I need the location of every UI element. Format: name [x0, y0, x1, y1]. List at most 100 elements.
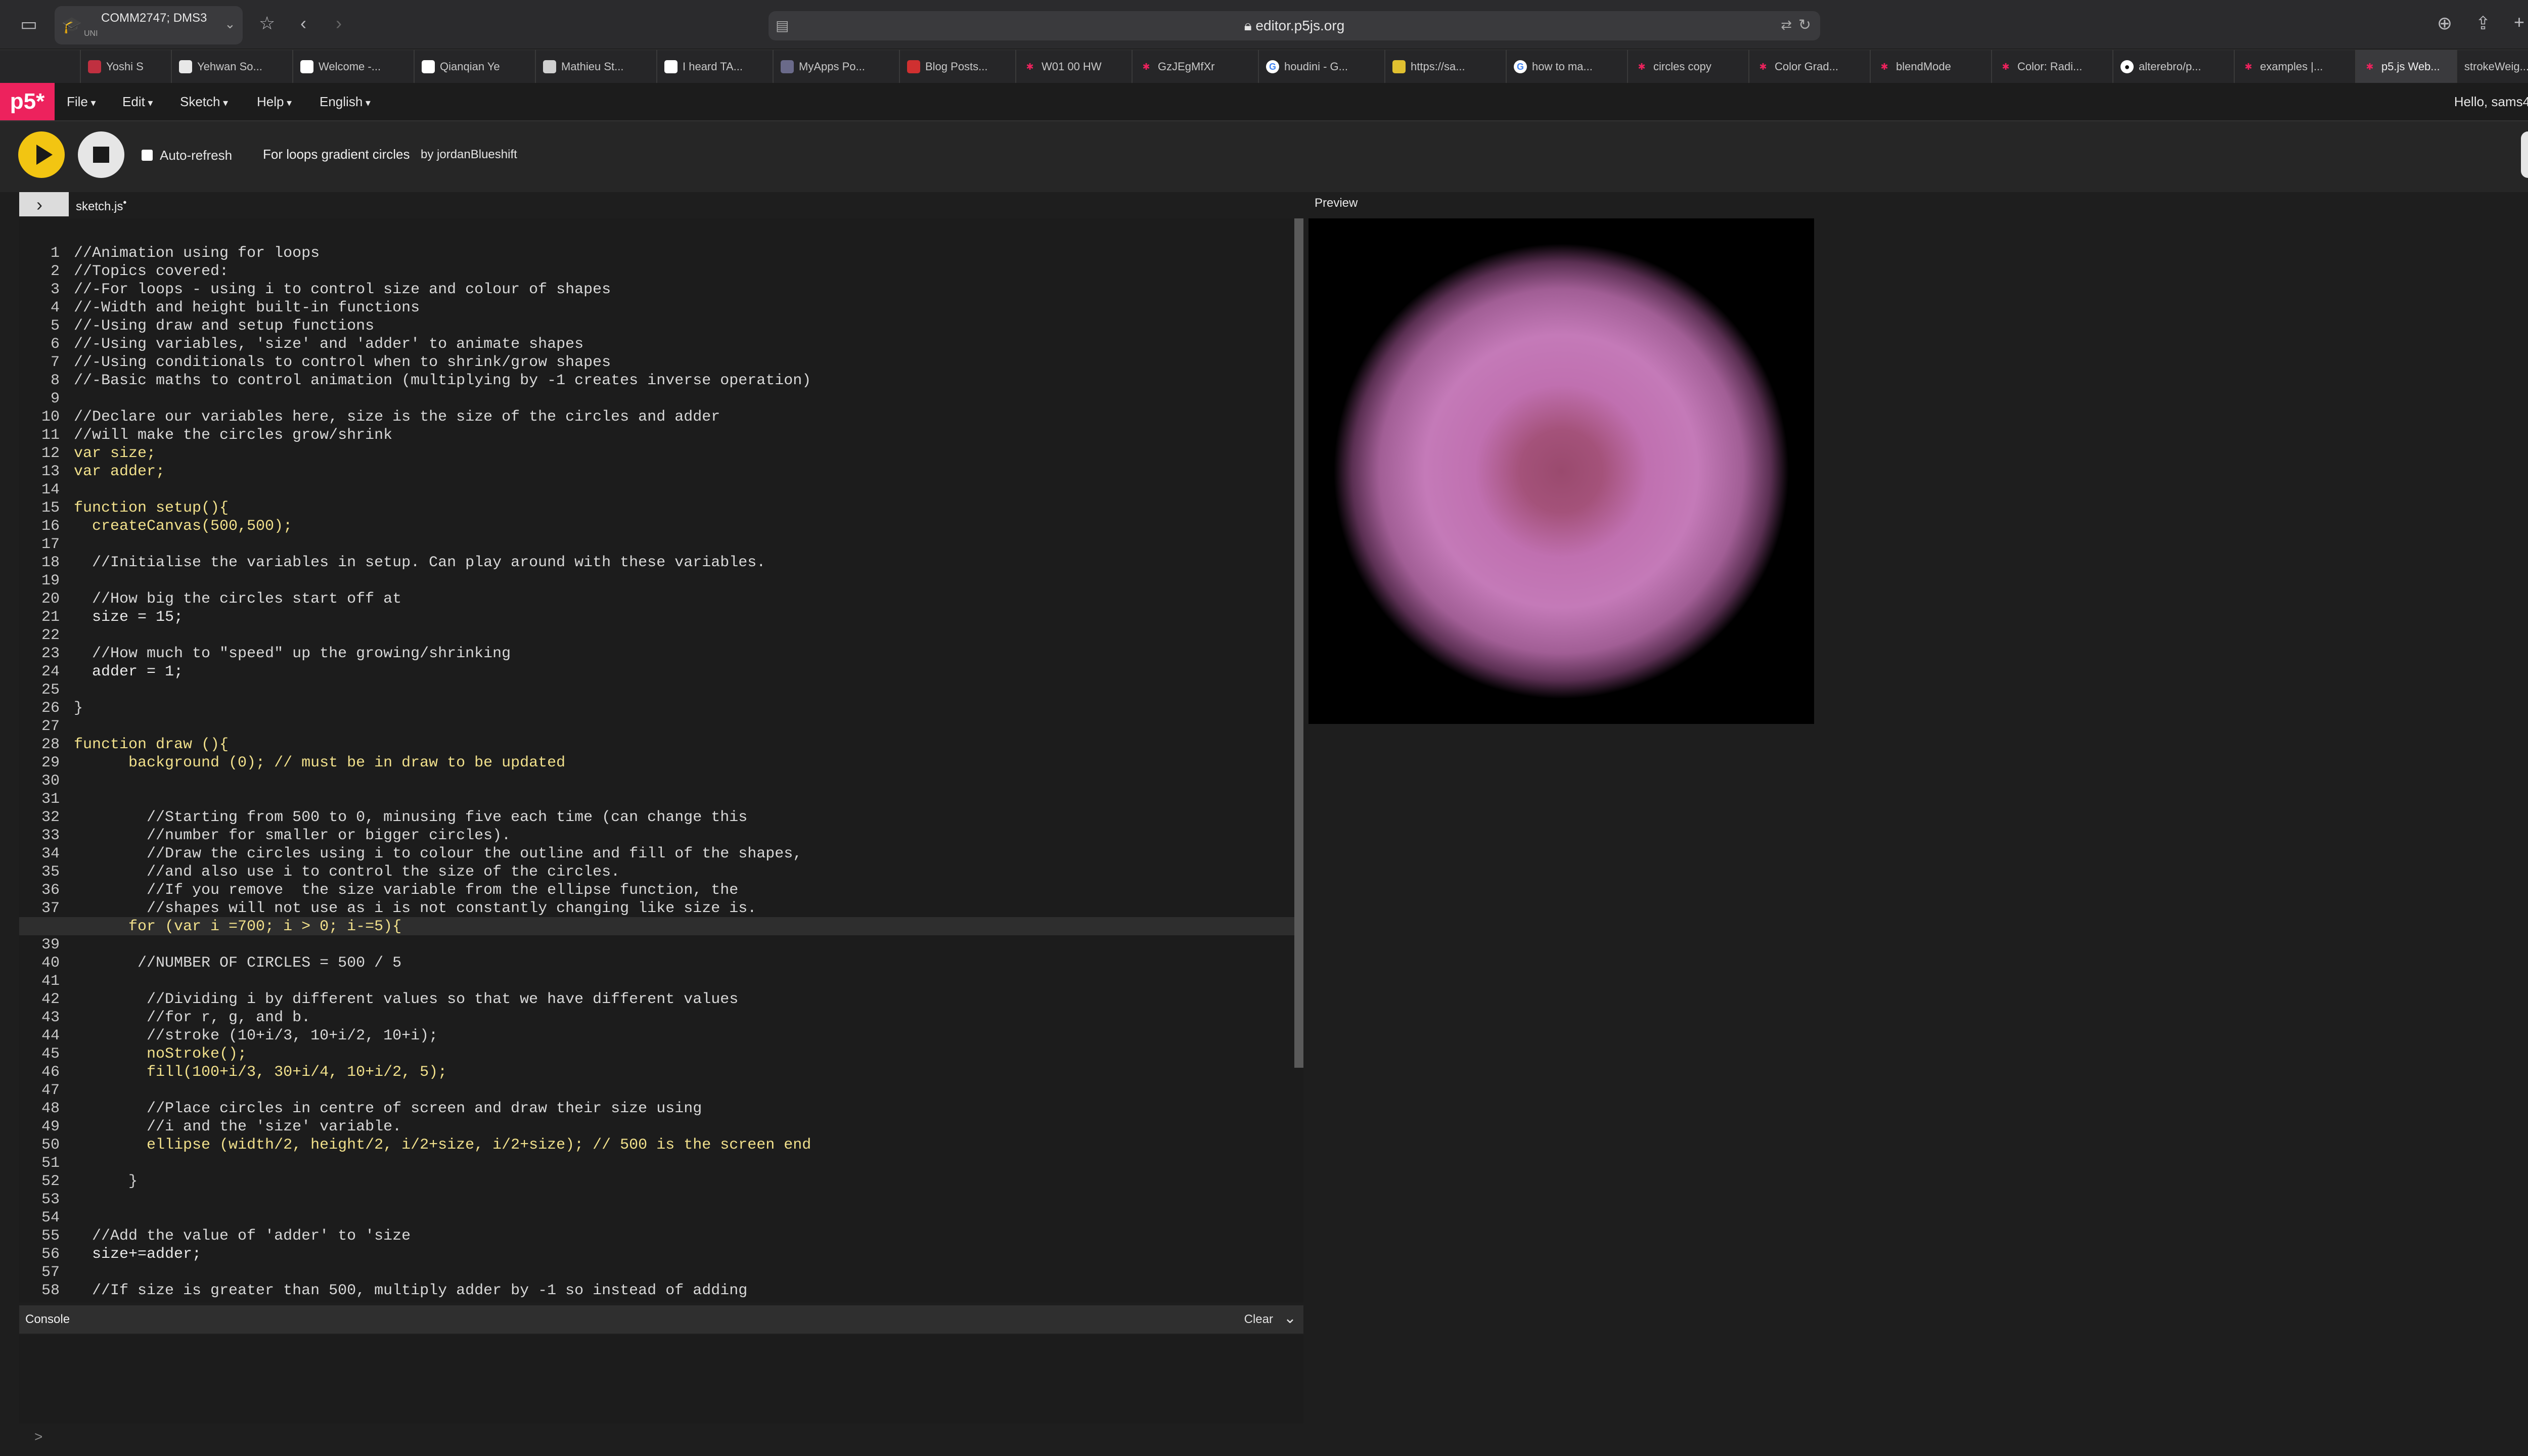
code-line: //number for smaller or bigger circles).: [74, 827, 511, 844]
line-number: 7: [50, 354, 60, 371]
console-prompt[interactable]: >: [34, 1429, 42, 1445]
code-line: //Place circles in centre of screen and …: [74, 1100, 702, 1117]
tab-15[interactable]: ✱ Color Grad...: [1749, 50, 1871, 83]
tab-label: houdini - G...: [1284, 60, 1348, 73]
file-tab-sketch[interactable]: sketch.js•: [76, 197, 126, 214]
google-icon: G: [1514, 60, 1527, 73]
tab-17[interactable]: ✱ Color: Radi...: [1992, 50, 2113, 83]
line-number: 15: [41, 499, 60, 517]
tab-20[interactable]: ✱ p5.js Web...: [2356, 50, 2457, 83]
chevron-down-icon[interactable]: ⌄: [1284, 1309, 1296, 1327]
back-icon[interactable]: ‹: [300, 14, 306, 32]
tab-label: Welcome -...: [319, 60, 381, 73]
tab-11[interactable]: Ghoudini - G...: [1259, 50, 1385, 83]
tab-2[interactable]: Yehwan So...: [172, 50, 293, 83]
tab-1[interactable]: Yoshi S: [81, 50, 172, 83]
tab-9[interactable]: ✱ W01 00 HW: [1016, 50, 1133, 83]
pinned-tab[interactable]: [51, 50, 81, 83]
code-line: //How much to "speed" up the growing/shr…: [74, 645, 511, 662]
menu-file[interactable]: File ▾: [67, 94, 96, 110]
code-editor[interactable]: 1 2 3 4 5 6 7 8 9 10 11 12 13 14 15 16 17 18 19 20 21 22 23 24 2…: [19, 218, 1303, 1302]
menu-sketch[interactable]: Sketch ▾: [180, 94, 228, 110]
chevron-down-icon: ▾: [220, 98, 229, 109]
code-line: fill(100+i/3, 30+i/4, 10+i/2, 5);: [74, 1064, 447, 1081]
filename: sketch.js: [76, 200, 123, 213]
tab-19[interactable]: ✱ examples |...: [2235, 50, 2356, 83]
preview-label: Preview: [1315, 196, 1358, 210]
tab-13[interactable]: Ghow to ma...: [1507, 50, 1628, 83]
line-number: 17: [41, 536, 60, 553]
code-line: noStroke();: [74, 1045, 247, 1063]
console-header: Console Clear ⌄: [19, 1305, 1303, 1334]
tab-label: MyApps Po...: [799, 60, 865, 73]
tab-21[interactable]: strokeWeig...: [2457, 50, 2528, 83]
menu-label: Sketch: [180, 94, 220, 109]
forward-icon[interactable]: ›: [336, 14, 342, 32]
address-bar[interactable]: ▤ 🔒︎ editor.p5js.org ⇄ ↻: [769, 11, 1820, 40]
sketch-author[interactable]: by jordanBlueshift: [421, 148, 517, 162]
line-number: 24: [41, 663, 60, 680]
sidebar-expand-button[interactable]: ›: [19, 192, 69, 216]
tab-14[interactable]: ✱ circles copy: [1628, 50, 1749, 83]
tab-label: Yehwan So...: [197, 60, 262, 73]
menu-edit[interactable]: Edit ▾: [122, 94, 153, 110]
tab-18[interactable]: ● alterebro/p...: [2113, 50, 2235, 83]
user-menu[interactable]: Hello, sams4m! ▼: [2454, 94, 2528, 110]
tab-label: alterebro/p...: [2139, 60, 2201, 73]
line-number: 5: [50, 317, 60, 335]
menu-english[interactable]: English ▾: [320, 94, 371, 110]
tab-6[interactable]: I heard TA...: [657, 50, 774, 83]
menu-label: Help: [257, 94, 284, 109]
code-line: size+=adder;: [74, 1246, 202, 1263]
code-line: //Declare our variables here, size is th…: [74, 408, 720, 426]
profile-switcher[interactable]: 🎓 COMM2747; DMS3 UNI ⌄: [55, 6, 243, 44]
reload-icon[interactable]: ↻: [1798, 16, 1811, 34]
tab-5[interactable]: Mathieu St...: [536, 50, 657, 83]
console-clear-button[interactable]: Clear: [1244, 1312, 1273, 1327]
editor-scrollbar[interactable]: [1294, 218, 1303, 1068]
tab-16[interactable]: ✱ blendMode: [1871, 50, 1992, 83]
downloads-icon[interactable]: ⊕: [2437, 14, 2452, 32]
sidebar-toggle-icon[interactable]: ▭: [20, 15, 37, 33]
preview-canvas[interactable]: [1308, 218, 1814, 724]
line-number: 49: [41, 1118, 60, 1135]
tab-bar: Yoshi S Yehwan So... Welcome -... Qianqian …: [0, 50, 2528, 83]
sketch-name[interactable]: For loops gradient circles: [263, 147, 410, 162]
line-number: 27: [41, 718, 60, 735]
tab-7[interactable]: MyApps Po...: [774, 50, 900, 83]
line-number: 22: [41, 627, 60, 644]
tab-3[interactable]: Welcome -...: [293, 50, 415, 83]
tab-4[interactable]: Qianqian Ye: [415, 50, 536, 83]
tab-10[interactable]: ✱ GzJEgMfXr: [1133, 50, 1259, 83]
auto-refresh-checkbox[interactable]: [142, 150, 153, 161]
code-line: //NUMBER OF CIRCLES = 500 / 5: [74, 954, 402, 972]
tab-label: Color Grad...: [1775, 60, 1838, 73]
tab-label: how to ma...: [1532, 60, 1593, 73]
code-line: //-Basic maths to control animation (mul…: [74, 372, 811, 389]
new-tab-icon[interactable]: +: [2514, 13, 2524, 31]
settings-button[interactable]: ⚙: [2521, 131, 2528, 178]
tab-12[interactable]: https://sa...: [1385, 50, 1507, 83]
code-line: //i and the 'size' variable.: [74, 1118, 402, 1135]
tab-label: strokeWeig...: [2464, 60, 2528, 73]
menu-help[interactable]: Help ▾: [257, 94, 292, 110]
code-line: //If size is greater than 500, multiply …: [74, 1282, 748, 1299]
share-icon[interactable]: ⇪: [2475, 14, 2491, 32]
tab-8[interactable]: Blog Posts...: [900, 50, 1016, 83]
p5-logo[interactable]: p5*: [0, 83, 55, 120]
chevron-down-icon: ▾: [87, 98, 96, 109]
line-number: 29: [41, 754, 60, 771]
code-line: //-For loops - using i to control size a…: [74, 281, 611, 298]
code-line: //Starting from 500 to 0, minusing five …: [74, 809, 748, 826]
p5-star-icon: ✱: [1759, 61, 1767, 72]
line-number: 51: [41, 1155, 60, 1172]
play-button[interactable]: [18, 131, 65, 178]
graduation-cap-icon: 🎓: [62, 16, 82, 34]
translate-icon[interactable]: ⇄: [1781, 17, 1792, 33]
chevron-down-icon: ▾: [145, 98, 153, 109]
stop-button[interactable]: [78, 131, 124, 178]
code-line: function draw (){: [74, 736, 229, 753]
bookmark-star-icon[interactable]: ☆: [259, 14, 275, 32]
line-gutter: 1 2 3 4 5 6 7 8 9 10 11 12 13 14 15 16 17 18 19 20 21 22 23 24 2…: [19, 218, 71, 1302]
code-line: //shapes will not use as i is not consta…: [74, 900, 757, 917]
